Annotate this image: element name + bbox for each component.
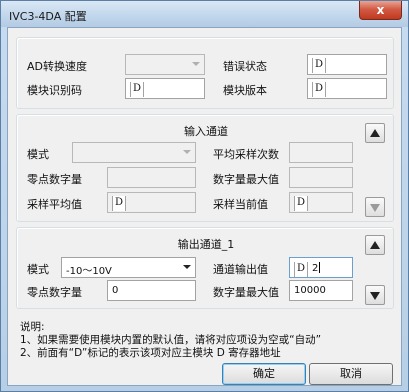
chevron-down-icon bbox=[192, 62, 200, 66]
d-register-marker: D bbox=[312, 58, 326, 73]
module-version-label: 模块版本 bbox=[223, 84, 267, 97]
input-channel-group: 输入通道 模式 平均采样次数 零点数字量 数字量最大值 采样平均值 D 采样当前… bbox=[16, 114, 394, 222]
output-max-digital-value: 10000 bbox=[294, 285, 326, 296]
module-id-value bbox=[144, 83, 148, 94]
text-cursor bbox=[319, 262, 321, 273]
window-title: IVC3-4DA 配置 bbox=[9, 10, 87, 23]
arrow-up-icon bbox=[370, 241, 380, 249]
error-status-field[interactable]: D bbox=[307, 54, 387, 75]
output-max-digital-field[interactable]: 10000 bbox=[289, 280, 353, 301]
output-scroll-up-button[interactable] bbox=[365, 235, 385, 255]
output-channel-group: 输出通道_1 模式 -10～10V 通道输出值 D2 零点数字量 0 数字量最大… bbox=[16, 227, 394, 309]
output-zero-digital-field[interactable]: 0 bbox=[107, 280, 196, 301]
sample-current-value bbox=[308, 197, 312, 208]
error-status-label: 错误状态 bbox=[223, 60, 267, 73]
output-scroll-down-button[interactable] bbox=[365, 285, 385, 305]
cancel-button[interactable]: 取消 bbox=[309, 363, 393, 385]
ad-speed-select[interactable] bbox=[125, 54, 205, 75]
avg-count-field[interactable] bbox=[289, 142, 353, 163]
avg-count-label: 平均采样次数 bbox=[213, 148, 279, 161]
ok-button[interactable]: 确定 bbox=[222, 363, 306, 385]
sample-current-field[interactable]: D bbox=[289, 192, 353, 213]
output-channel-title: 输出通道_1 bbox=[177, 238, 235, 251]
sample-avg-value bbox=[126, 197, 130, 208]
sample-current-label: 采样当前值 bbox=[213, 198, 268, 211]
channel-output-value: 2 bbox=[312, 263, 319, 274]
input-scroll-down-button[interactable] bbox=[365, 197, 385, 217]
d-register-marker: D bbox=[130, 82, 144, 97]
output-mode-label: 模式 bbox=[27, 263, 49, 276]
output-zero-digital-value: 0 bbox=[112, 285, 119, 296]
ad-speed-label: AD转换速度 bbox=[27, 60, 87, 73]
d-register-marker: D bbox=[312, 82, 326, 97]
module-version-field[interactable]: D bbox=[307, 78, 387, 99]
input-channel-title: 输入通道 bbox=[184, 125, 228, 138]
title-bar[interactable]: IVC3-4DA 配置 x bbox=[1, 1, 408, 27]
close-button[interactable]: x bbox=[359, 1, 402, 20]
output-mode-select[interactable]: -10～10V bbox=[61, 257, 196, 278]
input-mode-label: 模式 bbox=[27, 148, 49, 161]
module-id-field[interactable]: D bbox=[125, 78, 205, 99]
config-dialog: IVC3-4DA 配置 x AD转换速度 错误状态 D 模块识别码 D 模块版本… bbox=[0, 0, 409, 392]
d-register-marker: D bbox=[294, 262, 308, 277]
notes-line-2: 2、前面有“D”标记的表示该项对应主模块 D 寄存器地址 bbox=[20, 347, 281, 359]
input-zero-digital-label: 零点数字量 bbox=[27, 173, 82, 186]
error-status-value bbox=[326, 59, 330, 70]
module-version-value bbox=[326, 83, 330, 94]
chevron-down-icon bbox=[183, 265, 191, 269]
input-mode-select[interactable] bbox=[72, 142, 196, 163]
arrow-down-icon bbox=[370, 204, 380, 212]
d-register-marker: D bbox=[112, 196, 126, 211]
output-max-digital-label: 数字量最大值 bbox=[213, 286, 279, 299]
module-id-label: 模块识别码 bbox=[27, 84, 82, 97]
output-zero-digital-label: 零点数字量 bbox=[27, 286, 82, 299]
channel-output-field[interactable]: D2 bbox=[289, 257, 353, 278]
arrow-up-icon bbox=[370, 129, 380, 137]
d-register-marker: D bbox=[294, 196, 308, 211]
output-mode-value: -10～10V bbox=[66, 266, 112, 277]
dialog-body: AD转换速度 错误状态 D 模块识别码 D 模块版本 D 输入通道 模式 平均采… bbox=[7, 27, 402, 386]
arrow-down-icon bbox=[370, 292, 380, 300]
sample-avg-label: 采样平均值 bbox=[27, 198, 82, 211]
channel-output-label: 通道输出值 bbox=[213, 263, 268, 276]
input-max-digital-label: 数字量最大值 bbox=[213, 173, 279, 186]
close-icon: x bbox=[376, 3, 385, 17]
input-zero-digital-field[interactable] bbox=[107, 167, 196, 188]
status-group: AD转换速度 错误状态 D 模块识别码 D 模块版本 D bbox=[16, 37, 394, 109]
input-scroll-up-button[interactable] bbox=[365, 123, 385, 143]
chevron-down-icon bbox=[183, 150, 191, 154]
input-max-digital-field[interactable] bbox=[289, 167, 353, 188]
sample-avg-field[interactable]: D bbox=[107, 192, 196, 213]
